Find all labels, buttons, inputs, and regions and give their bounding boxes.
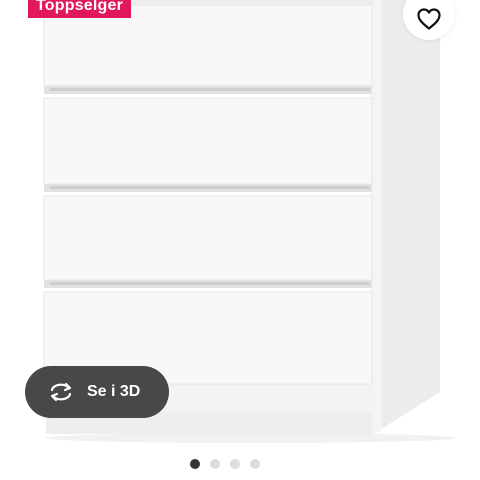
product-gallery: Toppselger Se i 3D <box>0 0 480 480</box>
rotate-arrows-icon <box>47 381 75 403</box>
view-in-3d-label: Se i 3D <box>87 383 141 400</box>
carousel-dot-1[interactable] <box>190 459 200 469</box>
carousel-dots <box>0 459 480 469</box>
bestseller-badge: Toppselger <box>28 0 132 18</box>
carousel-dot-2[interactable] <box>210 459 220 469</box>
heart-outline-icon <box>417 8 441 30</box>
view-in-3d-button[interactable]: Se i 3D <box>25 366 169 418</box>
carousel-dot-4[interactable] <box>250 459 260 469</box>
carousel-dot-3[interactable] <box>230 459 240 469</box>
